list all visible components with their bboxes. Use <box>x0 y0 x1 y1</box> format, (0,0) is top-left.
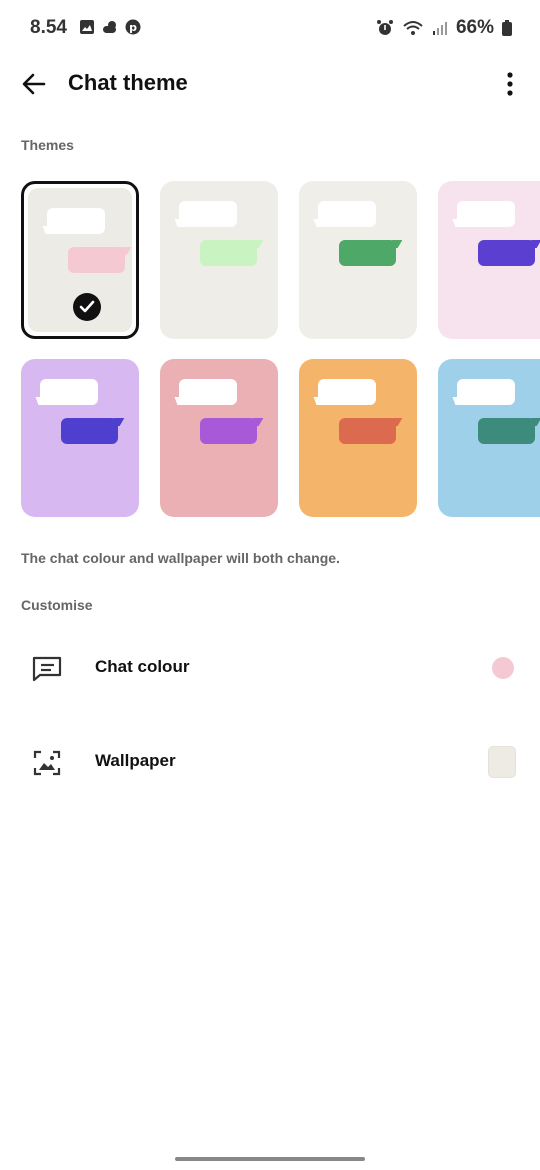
app-bar: Chat theme <box>0 58 540 110</box>
theme-preview <box>438 359 540 517</box>
helper-text: The chat colour and wallpaper will both … <box>21 550 340 566</box>
status-notification-icons: p <box>79 19 141 35</box>
incoming-bubble-preview <box>179 201 237 227</box>
pinterest-icon: p <box>125 19 141 35</box>
wifi-icon <box>403 21 423 35</box>
theme-tile-pink-floral[interactable] <box>160 359 278 517</box>
theme-preview <box>299 181 417 339</box>
incoming-bubble-preview <box>179 379 237 405</box>
theme-tile-beige-green[interactable] <box>299 181 417 339</box>
back-button[interactable] <box>16 66 52 102</box>
arrow-back-icon <box>22 73 46 95</box>
incoming-bubble-preview <box>47 208 105 234</box>
wallpaper-label: Wallpaper <box>95 751 176 770</box>
themes-section-label: Themes <box>21 137 74 153</box>
chat-colour-swatch <box>492 657 514 679</box>
theme-preview <box>21 359 139 517</box>
outgoing-bubble-preview <box>68 247 125 273</box>
outgoing-bubble-preview <box>478 418 535 444</box>
theme-preview <box>438 181 540 339</box>
incoming-bubble-preview <box>40 379 98 405</box>
incoming-bubble-preview <box>457 379 515 405</box>
status-system-icons: 66% <box>376 17 512 39</box>
customise-section-label: Customise <box>21 597 93 613</box>
outgoing-bubble-preview <box>200 418 257 444</box>
chat-bubble-icon <box>32 656 62 682</box>
theme-tile-orange[interactable] <box>299 359 417 517</box>
theme-tile-beach[interactable] <box>438 359 540 517</box>
outgoing-bubble-preview <box>200 240 257 266</box>
chat-colour-row[interactable]: Chat colour <box>0 632 540 702</box>
outgoing-bubble-preview <box>339 418 396 444</box>
page-title: Chat theme <box>68 70 188 95</box>
wallpaper-icon <box>33 750 61 776</box>
theme-preview <box>299 359 417 517</box>
svg-text:p: p <box>129 21 137 34</box>
theme-preview <box>28 188 132 332</box>
battery-icon <box>502 20 512 36</box>
incoming-bubble-preview <box>457 201 515 227</box>
incoming-bubble-preview <box>318 201 376 227</box>
gallery-icon <box>80 20 94 34</box>
gesture-nav-handle[interactable] <box>175 1157 365 1161</box>
weather-icon <box>103 21 116 33</box>
wallpaper-swatch <box>488 746 516 778</box>
status-time: 8.54 <box>30 17 67 38</box>
theme-tile-lavender[interactable] <box>21 359 139 517</box>
more-options-button[interactable] <box>496 66 524 102</box>
alarm-icon <box>376 20 393 35</box>
theme-tile-beige-green-light[interactable] <box>160 181 278 339</box>
outgoing-bubble-preview <box>339 240 396 266</box>
checkmark-icon <box>73 293 101 321</box>
theme-tile-default-beige[interactable] <box>21 181 139 339</box>
outgoing-bubble-preview <box>478 240 535 266</box>
more-vert-icon <box>507 72 513 96</box>
chat-colour-label: Chat colour <box>95 657 190 676</box>
battery-percent: 66% <box>455 17 494 38</box>
theme-tile-pink-purple[interactable] <box>438 181 540 339</box>
outgoing-bubble-preview <box>61 418 118 444</box>
theme-preview <box>160 181 278 339</box>
status-bar: 8.54 p 66% <box>0 0 540 58</box>
theme-preview <box>160 359 278 517</box>
wallpaper-row[interactable]: Wallpaper <box>0 726 540 796</box>
signal-icon <box>432 22 447 35</box>
incoming-bubble-preview <box>318 379 376 405</box>
